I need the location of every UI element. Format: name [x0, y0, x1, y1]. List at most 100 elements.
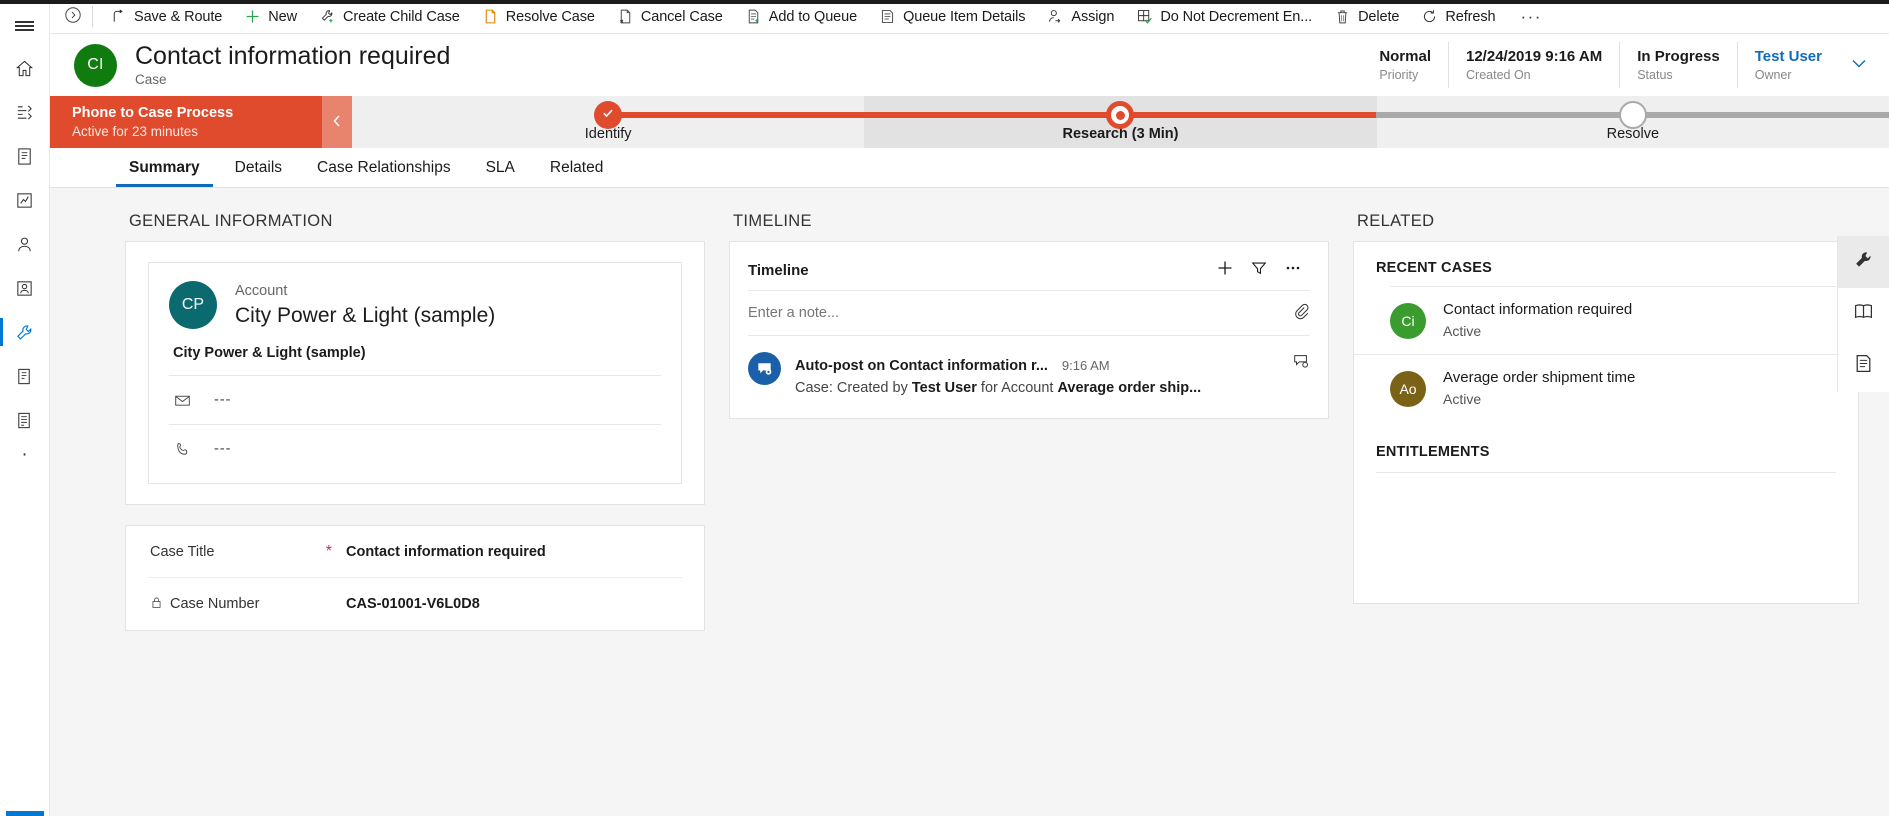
record-entity-name: Case	[135, 71, 450, 89]
chevron-left-icon	[331, 114, 343, 131]
assign-icon	[1047, 8, 1064, 25]
tab-summary[interactable]: Summary	[116, 148, 213, 187]
process-collapse-button[interactable]	[322, 96, 352, 148]
site-map-button[interactable]	[0, 6, 50, 46]
entitlements-title: ENTITLEMENTS	[1354, 422, 1858, 472]
process-name-block[interactable]: Phone to Case Process Active for 23 minu…	[50, 96, 322, 148]
delete-button[interactable]: Delete	[1323, 0, 1410, 34]
back-button[interactable]	[56, 0, 90, 34]
process-stage-resolve[interactable]: Resolve	[1377, 96, 1889, 148]
cancel-case-button[interactable]: Cancel Case	[606, 0, 734, 34]
tab-related[interactable]: Related	[537, 148, 616, 187]
delete-label: Delete	[1358, 9, 1399, 25]
article-icon	[15, 411, 34, 430]
timeline-item-description: Case: Created by Test User for Account A…	[795, 380, 1310, 396]
related-pane-knowledge-button[interactable]	[1838, 288, 1889, 340]
case-title-value[interactable]: Contact information required	[346, 544, 546, 560]
sidebar-item-cases[interactable]	[0, 310, 50, 354]
add-to-queue-button[interactable]: Add to Queue	[734, 0, 868, 34]
page-title[interactable]: Contact information required	[135, 42, 450, 71]
recent-case-status: Active	[1443, 321, 1632, 342]
list-item[interactable]: Ci Contact information required Active	[1354, 287, 1858, 354]
header-field-owner[interactable]: Test User Owner	[1737, 42, 1839, 88]
tab-details[interactable]: Details	[222, 148, 295, 187]
sidebar-item-articles[interactable]	[0, 398, 50, 442]
header-expand-button[interactable]	[1839, 53, 1879, 78]
status-label: Status	[1637, 67, 1720, 84]
do-not-decrement-entitlement-button[interactable]: Do Not Decrement En...	[1125, 0, 1323, 34]
timeline-item-subject[interactable]: Auto-post on Contact information r...	[795, 358, 1048, 374]
recent-icon	[15, 103, 34, 122]
plus-icon	[1215, 258, 1235, 283]
process-active-duration: Active for 23 minutes	[72, 123, 322, 141]
contacts-icon	[15, 279, 34, 298]
queue-item-details-label: Queue Item Details	[903, 9, 1025, 25]
filter-icon	[1250, 259, 1268, 282]
sidebar-item-recent[interactable]	[0, 90, 50, 134]
post-icon	[748, 352, 781, 385]
assign-button[interactable]: Assign	[1036, 0, 1125, 34]
stage-marker-current	[1106, 101, 1134, 129]
queue-item-details-button[interactable]: Queue Item Details	[868, 0, 1036, 34]
sidebar-item-contacts[interactable]	[0, 266, 50, 310]
timeline-note-input[interactable]: Enter a note...	[748, 290, 1310, 336]
sidebar-item-queues[interactable]	[0, 354, 50, 398]
header-field-status[interactable]: In Progress Status	[1619, 42, 1737, 88]
process-name: Phone to Case Process	[72, 104, 322, 123]
sidebar-item-home[interactable]	[0, 46, 50, 90]
chevron-right-circle-icon	[64, 6, 82, 28]
create-child-case-label: Create Child Case	[343, 9, 460, 25]
header-field-created-on[interactable]: 12/24/2019 9:16 AM Created On	[1448, 42, 1619, 88]
check-icon	[601, 106, 615, 125]
save-route-icon	[110, 8, 127, 25]
add-timeline-record-button[interactable]	[1208, 255, 1242, 285]
command-separator	[92, 6, 93, 27]
recent-case-status: Active	[1443, 389, 1635, 410]
assign-label: Assign	[1071, 9, 1114, 25]
record-title-block: Contact information required Case	[135, 42, 450, 89]
sidebar-item-pinned[interactable]	[0, 134, 50, 178]
filter-timeline-button[interactable]	[1242, 255, 1276, 285]
record-avatar: CI	[74, 44, 117, 87]
process-stage-research[interactable]: Research(3 Min)	[864, 96, 1376, 148]
sidebar-item-accounts[interactable]	[0, 222, 50, 266]
paperclip-icon[interactable]	[1292, 302, 1310, 325]
dynamics-case-form: · Save & Route New	[0, 0, 1889, 816]
related-pane-rail	[1837, 236, 1889, 392]
related-pane-tools-button[interactable]	[1838, 236, 1889, 288]
tab-sla[interactable]: SLA	[473, 148, 528, 187]
refresh-icon	[1421, 8, 1438, 25]
account-email-row: ---	[169, 375, 661, 424]
command-bar-overflow-button[interactable]: ···	[1506, 0, 1555, 34]
tab-case-relationships[interactable]: Case Relationships	[304, 148, 464, 187]
field-row-case-title: Case Title * Contact information require…	[148, 526, 682, 578]
list-item[interactable]: Ao Average order shipment time Active	[1354, 354, 1858, 422]
timeline-item[interactable]: Auto-post on Contact information r... 9:…	[748, 336, 1310, 404]
nav-overflow-dot[interactable]: ·	[0, 442, 50, 468]
case-title-label: Case Title *	[150, 543, 346, 561]
refresh-button[interactable]: Refresh	[1410, 0, 1506, 34]
related-pane-documents-button[interactable]	[1838, 340, 1889, 392]
related-title: RELATED	[1353, 200, 1859, 241]
sidebar-item-dashboards[interactable]	[0, 178, 50, 222]
process-stages: Identify Research(3 Min) Resolve	[352, 96, 1889, 148]
create-child-case-button[interactable]: Create Child Case	[308, 0, 471, 34]
wrench-icon	[15, 323, 34, 342]
add-to-queue-label: Add to Queue	[769, 9, 857, 25]
new-button[interactable]: New	[233, 0, 308, 34]
form-body: GENERAL INFORMATION CP Account City Powe…	[50, 188, 1889, 816]
do-not-decrement-label: Do Not Decrement En...	[1160, 9, 1312, 25]
note-placeholder: Enter a note...	[748, 305, 1292, 321]
save-and-route-button[interactable]: Save & Route	[99, 0, 233, 34]
owner-value[interactable]: Test User	[1755, 47, 1822, 67]
header-field-priority[interactable]: Normal Priority	[1362, 42, 1448, 88]
post-settings-icon[interactable]	[1292, 352, 1310, 375]
resolve-case-button[interactable]: Resolve Case	[471, 0, 606, 34]
account-name-link[interactable]: City Power & Light (sample)	[235, 301, 495, 331]
timeline-more-commands-button[interactable]	[1276, 255, 1310, 285]
process-stage-identify[interactable]: Identify	[352, 96, 864, 148]
form-tabs: Summary Details Case Relationships SLA R…	[50, 148, 1889, 188]
wrench-icon	[1853, 249, 1874, 275]
recent-cases-title: RECENT CASES	[1354, 242, 1858, 286]
entitlements-empty-area	[1354, 473, 1858, 603]
